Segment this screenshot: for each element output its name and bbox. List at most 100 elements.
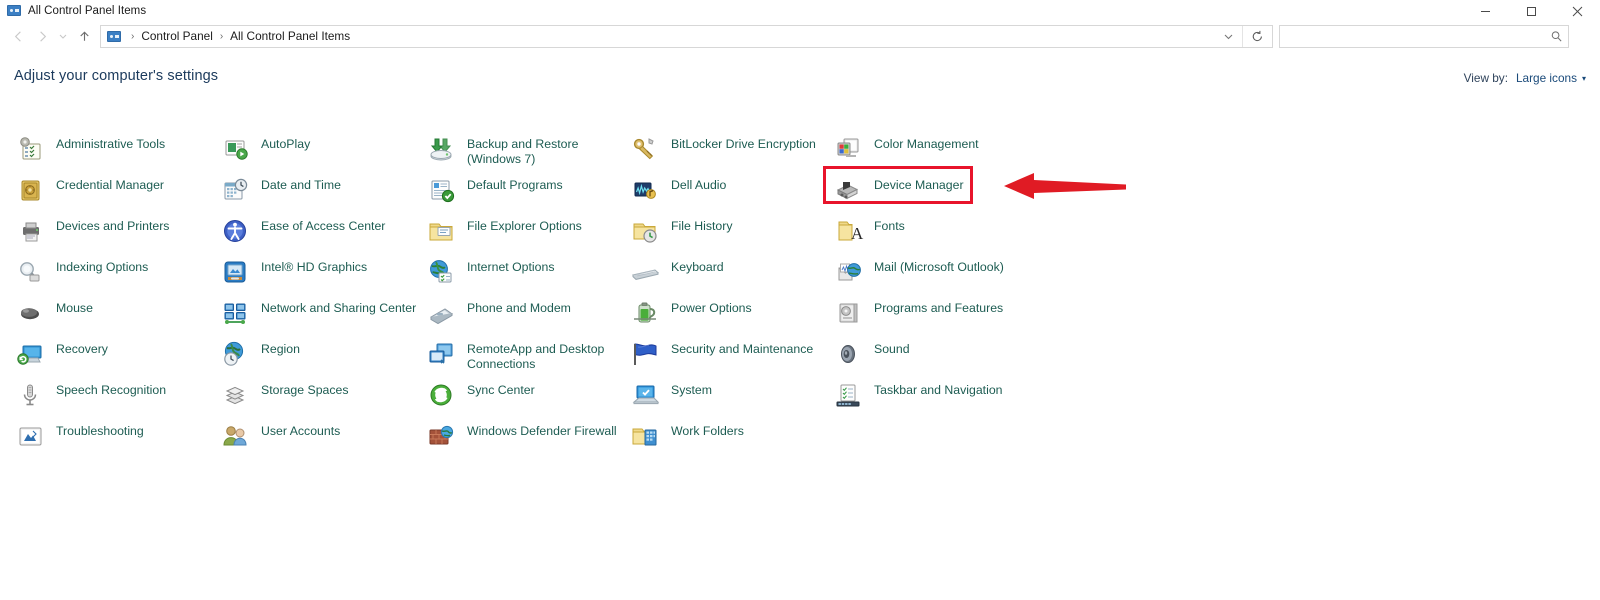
administrative-tools-icon bbox=[14, 133, 46, 165]
control-panel-item-label[interactable]: Fonts bbox=[874, 215, 905, 234]
control-panel-item-taskbar-and-navigation[interactable]: Taskbar and Navigation bbox=[832, 379, 1003, 415]
up-arrow-icon[interactable] bbox=[72, 24, 96, 48]
recent-locations-icon[interactable] bbox=[54, 24, 72, 48]
control-panel-item-label[interactable]: Troubleshooting bbox=[56, 420, 144, 439]
control-panel-item-default-programs[interactable]: Default Programs bbox=[425, 174, 563, 210]
control-panel-item-bitlocker-drive-encryption[interactable]: BitLocker Drive Encryption bbox=[629, 133, 816, 169]
control-panel-item-phone-and-modem[interactable]: Phone and Modem bbox=[425, 297, 571, 333]
control-panel-item-user-accounts[interactable]: User Accounts bbox=[219, 420, 340, 456]
control-panel-item-label[interactable]: Taskbar and Navigation bbox=[874, 379, 1003, 398]
phone-and-modem-icon bbox=[425, 297, 457, 329]
control-panel-item-fonts[interactable]: A Fonts bbox=[832, 215, 905, 251]
control-panel-item-color-management[interactable]: Color Management bbox=[832, 133, 979, 169]
control-panel-item-troubleshooting[interactable]: Troubleshooting bbox=[14, 420, 144, 456]
control-panel-item-label[interactable]: RemoteApp and Desktop Connections bbox=[467, 338, 627, 372]
control-panel-item-label[interactable]: Devices and Printers bbox=[56, 215, 169, 234]
control-panel-item-mail-microsoft-outlook[interactable]: Mail (Microsoft Outlook) bbox=[832, 256, 1004, 292]
control-panel-item-programs-and-features[interactable]: Programs and Features bbox=[832, 297, 1003, 333]
control-panel-item-label[interactable]: System bbox=[671, 379, 712, 398]
control-panel-item-label[interactable]: Security and Maintenance bbox=[671, 338, 813, 357]
close-button[interactable] bbox=[1554, 0, 1600, 22]
view-by-value[interactable]: Large icons bbox=[1516, 71, 1577, 85]
control-panel-item-backup-and-restore-windows-7[interactable]: Backup and Restore (Windows 7) bbox=[425, 133, 627, 169]
control-panel-item-power-options[interactable]: Power Options bbox=[629, 297, 752, 333]
control-panel-item-label[interactable]: Backup and Restore (Windows 7) bbox=[467, 133, 627, 167]
control-panel-item-label[interactable]: Network and Sharing Center bbox=[261, 297, 416, 316]
chevron-down-icon[interactable] bbox=[1216, 26, 1240, 47]
control-panel-item-date-and-time[interactable]: Date and Time bbox=[219, 174, 341, 210]
control-panel-item-storage-spaces[interactable]: Storage Spaces bbox=[219, 379, 349, 415]
search-input[interactable] bbox=[1280, 28, 1544, 44]
control-panel-item-label[interactable]: Mouse bbox=[56, 297, 93, 316]
control-panel-item-administrative-tools[interactable]: Administrative Tools bbox=[14, 133, 165, 169]
control-panel-item-label[interactable]: Sound bbox=[874, 338, 910, 357]
control-panel-item-label[interactable]: Dell Audio bbox=[671, 174, 726, 193]
control-panel-item-mouse[interactable]: Mouse bbox=[14, 297, 93, 333]
control-panel-item-label[interactable]: BitLocker Drive Encryption bbox=[671, 133, 816, 152]
control-panel-item-network-and-sharing-center[interactable]: Network and Sharing Center bbox=[219, 297, 416, 333]
control-panel-item-indexing-options[interactable]: Indexing Options bbox=[14, 256, 148, 292]
control-panel-item-label[interactable]: Region bbox=[261, 338, 300, 357]
control-panel-item-remoteapp-and-desktop-connections[interactable]: RemoteApp and Desktop Connections bbox=[425, 338, 627, 374]
control-panel-item-autoplay[interactable]: AutoPlay bbox=[219, 133, 310, 169]
control-panel-item-label[interactable]: Storage Spaces bbox=[261, 379, 349, 398]
control-panel-item-label[interactable]: Ease of Access Center bbox=[261, 215, 385, 234]
control-panel-item-intel-hd-graphics[interactable]: Intel® HD Graphics bbox=[219, 256, 367, 292]
control-panel-item-label[interactable]: Power Options bbox=[671, 297, 752, 316]
control-panel-item-label[interactable]: Device Manager bbox=[874, 174, 964, 193]
control-panel-item-label[interactable]: Phone and Modem bbox=[467, 297, 571, 316]
control-panel-item-label[interactable]: Date and Time bbox=[261, 174, 341, 193]
network-sharing-icon bbox=[219, 297, 251, 329]
control-panel-item-label[interactable]: File Explorer Options bbox=[467, 215, 582, 234]
control-panel-item-internet-options[interactable]: Internet Options bbox=[425, 256, 555, 292]
breadcrumb[interactable]: › Control Panel › All Control Panel Item… bbox=[100, 24, 1273, 48]
control-panel-item-label[interactable]: Keyboard bbox=[671, 256, 724, 275]
control-panel-item-label[interactable]: Speech Recognition bbox=[56, 379, 166, 398]
control-panel-item-label[interactable]: User Accounts bbox=[261, 420, 340, 439]
control-panel-item-label[interactable]: Work Folders bbox=[671, 420, 744, 439]
control-panel-item-label[interactable]: AutoPlay bbox=[261, 133, 310, 152]
control-panel-item-label[interactable]: Default Programs bbox=[467, 174, 563, 193]
sync-center-icon bbox=[425, 379, 457, 411]
minimize-button[interactable] bbox=[1462, 0, 1508, 22]
control-panel-item-windows-defender-firewall[interactable]: Windows Defender Firewall bbox=[425, 420, 617, 456]
control-panel-item-sound[interactable]: Sound bbox=[832, 338, 910, 374]
control-panel-item-label[interactable]: Internet Options bbox=[467, 256, 555, 275]
control-panel-item-devices-and-printers[interactable]: Devices and Printers bbox=[14, 215, 169, 251]
breadcrumb-item-all-control-panel-items[interactable]: All Control Panel Items bbox=[228, 29, 352, 43]
control-panel-item-keyboard[interactable]: Keyboard bbox=[629, 256, 724, 292]
control-panel-item-label[interactable]: Windows Defender Firewall bbox=[467, 420, 617, 439]
control-panel-item-label[interactable]: Intel® HD Graphics bbox=[261, 256, 367, 275]
control-panel-item-recovery[interactable]: Recovery bbox=[14, 338, 108, 374]
control-panel-item-label[interactable]: Color Management bbox=[874, 133, 979, 152]
control-panel-item-label[interactable]: File History bbox=[671, 215, 733, 234]
control-panel-item-ease-of-access-center[interactable]: Ease of Access Center bbox=[219, 215, 385, 251]
control-panel-item-file-history[interactable]: File History bbox=[629, 215, 733, 251]
refresh-icon[interactable] bbox=[1242, 25, 1272, 47]
control-panel-item-label[interactable]: Indexing Options bbox=[56, 256, 148, 275]
control-panel-item-label[interactable]: Credential Manager bbox=[56, 174, 164, 193]
control-panel-item-label[interactable]: Recovery bbox=[56, 338, 108, 357]
control-panel-item-device-manager[interactable]: Device Manager bbox=[832, 174, 964, 210]
control-panel-item-speech-recognition[interactable]: Speech Recognition bbox=[14, 379, 166, 415]
search-icon[interactable] bbox=[1544, 30, 1568, 43]
control-panel-item-label[interactable]: Sync Center bbox=[467, 379, 535, 398]
maximize-button[interactable] bbox=[1508, 0, 1554, 22]
control-panel-item-label[interactable]: Programs and Features bbox=[874, 297, 1003, 316]
control-panel-item-label[interactable]: Administrative Tools bbox=[56, 133, 165, 152]
control-panel-item-region[interactable]: Region bbox=[219, 338, 300, 374]
search-box[interactable] bbox=[1279, 24, 1569, 48]
control-panel-item-dell-audio[interactable]: Dell Audio bbox=[629, 174, 726, 210]
view-by-control[interactable]: View by: Large icons ▾ bbox=[1464, 71, 1586, 85]
control-panel-item-sync-center[interactable]: Sync Center bbox=[425, 379, 535, 415]
control-panel-item-credential-manager[interactable]: Credential Manager bbox=[14, 174, 164, 210]
control-panel-item-system[interactable]: System bbox=[629, 379, 712, 415]
control-panel-item-work-folders[interactable]: Work Folders bbox=[629, 420, 744, 456]
forward-arrow-icon[interactable] bbox=[30, 24, 54, 48]
control-panel-item-security-and-maintenance[interactable]: Security and Maintenance bbox=[629, 338, 813, 374]
breadcrumb-item-control-panel[interactable]: Control Panel bbox=[139, 29, 214, 43]
back-arrow-icon[interactable] bbox=[6, 24, 30, 48]
control-panel-item-file-explorer-options[interactable]: File Explorer Options bbox=[425, 215, 582, 251]
chevron-down-icon[interactable]: ▾ bbox=[1582, 74, 1586, 83]
control-panel-item-label[interactable]: Mail (Microsoft Outlook) bbox=[874, 256, 1004, 275]
